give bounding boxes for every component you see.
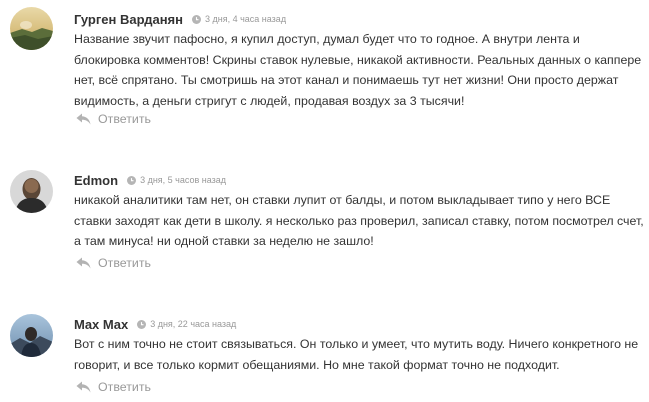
- author-name[interactable]: Гурген Варданян: [74, 12, 183, 27]
- comment-item: Гурген Варданян 3 дня, 4 часа назад Назв…: [0, 7, 649, 132]
- comment-item: Edmon 3 дня, 5 часов назад никакой анали…: [0, 170, 649, 275]
- avatar[interactable]: [10, 7, 53, 50]
- reply-arrow-icon: [76, 381, 91, 393]
- clock-icon: [137, 319, 147, 329]
- comment-time[interactable]: 3 дня, 22 часа назад: [150, 319, 236, 329]
- comment-meta: Гурген Варданян 3 дня, 4 часа назад: [74, 11, 286, 27]
- reply-button[interactable]: Ответить: [76, 256, 151, 270]
- reply-label: Ответить: [98, 380, 151, 394]
- author-name[interactable]: Edmon: [74, 173, 118, 188]
- reply-button[interactable]: Ответить: [76, 380, 151, 394]
- reply-label: Ответить: [98, 256, 151, 270]
- comment-time[interactable]: 3 дня, 5 часов назад: [140, 175, 226, 185]
- comment-item: Max Max 3 дня, 22 часа назад Вот с ним т…: [0, 314, 649, 402]
- avatar[interactable]: [10, 170, 53, 213]
- comment-text: Вот с ним точно не стоит связываться. Он…: [74, 337, 639, 372]
- comment-meta: Max Max 3 дня, 22 часа назад: [74, 316, 236, 332]
- clock-icon: [192, 14, 201, 24]
- avatar[interactable]: [10, 314, 53, 357]
- comment-text: никакой аналитики там нет, он ставки луп…: [74, 193, 644, 248]
- author-name[interactable]: Max Max: [74, 317, 128, 332]
- reply-arrow-icon: [76, 257, 91, 269]
- comment-meta: Edmon 3 дня, 5 часов назад: [74, 172, 226, 188]
- reply-button[interactable]: Ответить: [76, 112, 151, 126]
- reply-arrow-icon: [76, 113, 91, 125]
- reply-label: Ответить: [98, 112, 151, 126]
- comment-time[interactable]: 3 дня, 4 часа назад: [205, 14, 286, 24]
- clock-icon: [127, 175, 137, 185]
- comment-text: Название звучит пафосно, я купил доступ,…: [74, 32, 642, 108]
